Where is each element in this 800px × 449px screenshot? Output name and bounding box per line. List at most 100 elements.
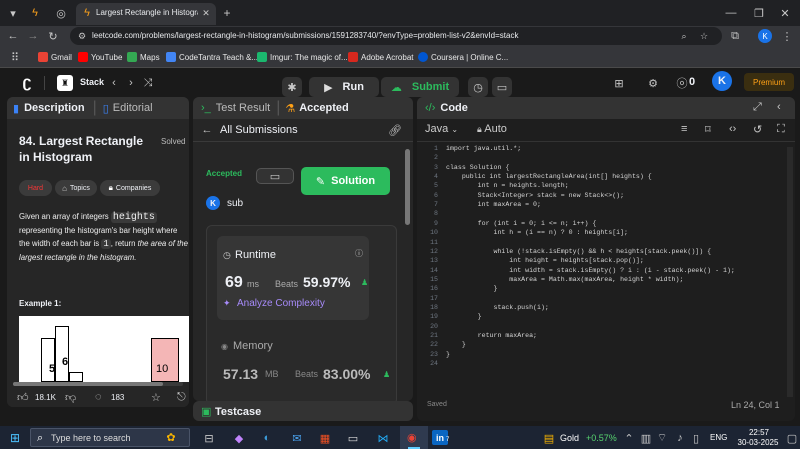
- bookmark-star-icon[interactable]: ☆: [698, 30, 710, 42]
- code-line[interactable]: Stack<Integer> stack = new Stack<>();: [446, 192, 624, 201]
- bookmark-maps[interactable]: Maps: [127, 50, 160, 64]
- menu-kebab-icon[interactable]: ⋮: [780, 29, 794, 43]
- editorial-button[interactable]: ▭: [256, 168, 294, 184]
- maximize-panel-icon[interactable]: ⤢: [753, 101, 762, 114]
- code-line[interactable]: maxArea = Math.max(maxArea, height * wid…: [446, 276, 683, 285]
- copy-link-icon[interactable]: 🔗︎: [388, 123, 402, 137]
- all-submissions-link[interactable]: All Submissions: [220, 124, 298, 136]
- companies-tag[interactable]: 🔒︎ Companies: [100, 180, 160, 196]
- format-code-icon[interactable]: ≡: [681, 123, 687, 135]
- apps-grid-icon[interactable]: ⠿: [8, 50, 22, 64]
- code-line[interactable]: while (!stack.isEmpty() && h < heights[s…: [446, 248, 711, 257]
- code-line[interactable]: for (int i = 0; i <= n; i++) {: [446, 220, 597, 229]
- network-icon[interactable]: ▥: [640, 431, 652, 445]
- bookmark-gmail[interactable]: Gmail: [38, 50, 72, 64]
- submit-button[interactable]: ☁ Submit: [381, 77, 459, 97]
- extensions-icon[interactable]: ⧉: [728, 29, 742, 43]
- close-window-icon[interactable]: ✕: [778, 6, 792, 20]
- language-indicator[interactable]: ENG: [710, 433, 727, 442]
- notes-button[interactable]: ▭: [492, 77, 512, 97]
- windows-start-icon[interactable]: ⊞: [8, 431, 22, 445]
- tab-test-result[interactable]: Test Result: [216, 102, 270, 114]
- notification-center-icon[interactable]: ▢: [786, 431, 798, 445]
- topics-tag[interactable]: ⌂ Topics: [55, 180, 97, 196]
- runtime-card[interactable]: ◷ Runtime ⓘ 69 ms Beats 59.97% ♟ ✦ Analy…: [217, 236, 369, 320]
- zoom-search-icon[interactable]: ⌕: [678, 30, 690, 42]
- info-icon[interactable]: ⓘ: [355, 248, 363, 259]
- file-explorer-icon[interactable]: ▭: [346, 431, 360, 445]
- vscode-icon[interactable]: ⋈: [376, 431, 390, 445]
- streak-fire-icon[interactable]: ⓞ: [676, 76, 688, 90]
- minimize-window-icon[interactable]: —: [724, 6, 738, 20]
- settings-gear-icon[interactable]: ⚙: [646, 76, 660, 90]
- timer-button[interactable]: ◷: [468, 77, 488, 97]
- code-line[interactable]: import java.util.*;: [446, 145, 521, 154]
- analyze-complexity-link[interactable]: Analyze Complexity: [237, 298, 325, 309]
- memory-label[interactable]: Memory: [233, 340, 273, 352]
- thumbs-up-icon[interactable]: 👍︎: [17, 391, 29, 404]
- forward-icon[interactable]: →: [26, 29, 40, 43]
- favorite-star-icon[interactable]: ☆: [151, 391, 161, 404]
- search-highlight-icon[interactable]: ✿: [156, 430, 186, 445]
- problem-list-name[interactable]: Stack: [80, 77, 104, 87]
- clock-date[interactable]: 30-03-2025: [730, 438, 786, 447]
- task-view-icon[interactable]: ⊟: [202, 431, 216, 445]
- code-line[interactable]: class Solution {: [446, 164, 509, 173]
- layout-grid-icon[interactable]: ⊞: [612, 76, 626, 90]
- braces-icon[interactable]: ‹›: [729, 123, 736, 135]
- address-bar[interactable]: ⚙ leetcode.com/problems/largest-rectangl…: [70, 27, 722, 45]
- tab-testcase[interactable]: Testcase: [215, 406, 261, 418]
- tab-description[interactable]: Description: [24, 102, 85, 114]
- horizontal-scrollbar[interactable]: [13, 382, 183, 386]
- chatgpt-tab-favicon[interactable]: ◎: [54, 6, 68, 20]
- tab-accepted[interactable]: Accepted: [299, 102, 349, 114]
- edge-icon[interactable]: ◐: [260, 431, 274, 445]
- run-button[interactable]: ▶ Run: [309, 77, 379, 97]
- code-line[interactable]: }: [446, 285, 497, 294]
- share-icon[interactable]: ⎋: [177, 391, 186, 404]
- editor-scrollbar[interactable]: [787, 147, 793, 397]
- mode-select[interactable]: 🔒︎ Auto: [477, 123, 507, 135]
- tray-chevron-icon[interactable]: ⌃: [624, 431, 634, 445]
- leetcode-logo-icon[interactable]: ʗ: [18, 74, 36, 92]
- site-info-icon[interactable]: ⚙: [76, 30, 88, 42]
- tab-editorial[interactable]: Editorial: [113, 102, 153, 114]
- solution-button[interactable]: ✎ Solution: [301, 167, 390, 195]
- code-line[interactable]: int width = stack.isEmpty() ? i : (i - s…: [446, 267, 735, 276]
- bookmark-icon[interactable]: ⌑: [705, 123, 711, 136]
- tab-list-icon[interactable]: ▾: [6, 6, 20, 20]
- reload-icon[interactable]: ↻: [46, 29, 60, 43]
- maximize-window-icon[interactable]: ❐: [752, 6, 766, 20]
- copilot-icon[interactable]: ◆: [232, 431, 246, 445]
- back-arrow-icon[interactable]: ←: [201, 123, 213, 137]
- shuffle-icon[interactable]: ⤨: [142, 76, 154, 90]
- active-tab[interactable]: ϟ Largest Rectangle in Histogram ✕: [76, 3, 216, 25]
- thumbs-down-icon[interactable]: 👎︎: [65, 391, 76, 404]
- profile-avatar[interactable]: K: [758, 29, 772, 43]
- code-line[interactable]: }: [446, 341, 466, 350]
- vertical-scrollbar[interactable]: [405, 149, 410, 225]
- collapse-panel-icon[interactable]: ‹: [777, 101, 781, 113]
- code-line[interactable]: }: [446, 351, 450, 360]
- battery-icon[interactable]: ▯: [690, 431, 702, 445]
- comment-icon[interactable]: ◌: [95, 391, 102, 403]
- reset-code-icon[interactable]: ↺: [753, 123, 762, 136]
- chrome-taskbar-item[interactable]: ◉: [400, 426, 428, 449]
- bookmark-imgur[interactable]: Imgur: The magic of...: [257, 50, 348, 64]
- code-line[interactable]: }: [446, 313, 482, 322]
- clock-time[interactable]: 22:57: [738, 428, 780, 437]
- next-problem-icon[interactable]: ›: [125, 76, 137, 90]
- leetcode-tab-favicon[interactable]: ϟ: [28, 6, 42, 20]
- code-line[interactable]: int n = heights.length;: [446, 182, 569, 191]
- testcase-panel[interactable]: ▣ Testcase: [193, 401, 413, 421]
- code-line[interactable]: return maxArea;: [446, 332, 537, 341]
- back-icon[interactable]: ←: [6, 29, 20, 43]
- code-line[interactable]: stack.push(i);: [446, 304, 548, 313]
- gold-ticker-icon[interactable]: ▤: [542, 431, 556, 445]
- fullscreen-icon[interactable]: ⛶: [777, 123, 785, 136]
- mail-icon[interactable]: ✉: [290, 431, 304, 445]
- close-tab-icon[interactable]: ✕: [200, 7, 212, 19]
- user-avatar[interactable]: K: [712, 71, 732, 91]
- premium-button[interactable]: Premium: [744, 73, 794, 91]
- code-line[interactable]: int height = heights[stack.pop()];: [446, 257, 644, 266]
